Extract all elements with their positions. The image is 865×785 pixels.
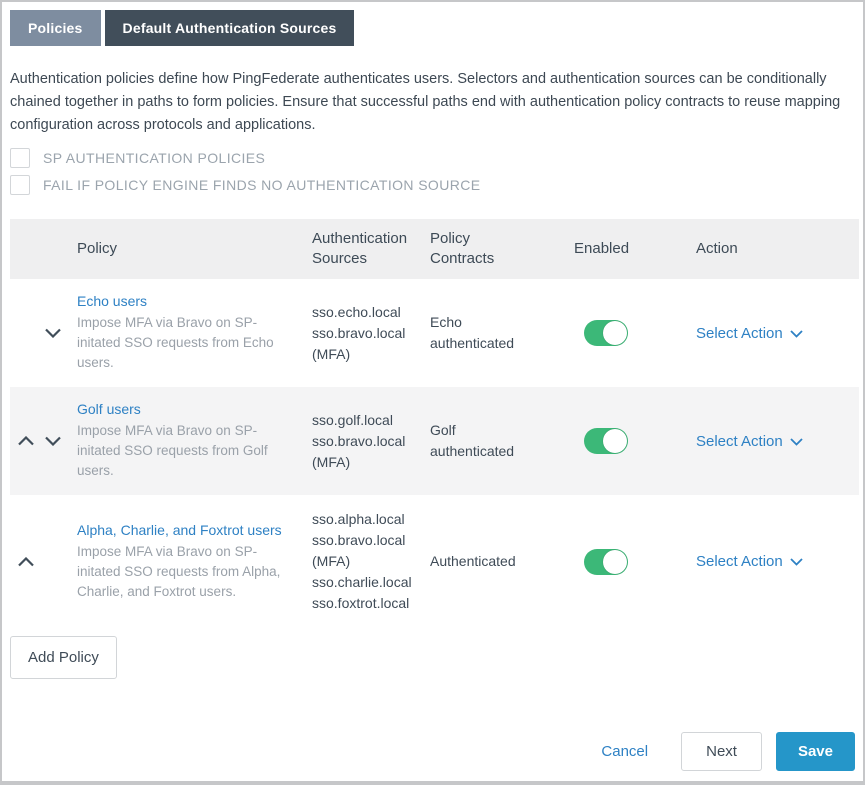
header-authentication-sources: Authentication Sources xyxy=(312,229,430,269)
next-button[interactable]: Next xyxy=(681,732,762,771)
move-up-button[interactable] xyxy=(18,436,34,446)
select-action-dropdown[interactable]: Select Action xyxy=(696,433,803,450)
select-action-dropdown[interactable]: Select Action xyxy=(696,553,803,570)
save-button[interactable]: Save xyxy=(776,732,855,771)
footer-actions: Cancel Next Save xyxy=(10,732,855,773)
tab-bar: Policies Default Authentication Sources xyxy=(10,10,855,46)
cancel-link[interactable]: Cancel xyxy=(601,743,648,760)
reorder-controls xyxy=(10,557,77,567)
header-policy: Policy xyxy=(77,239,312,259)
policy-description: Impose MFA via Bravo on SP-initated SSO … xyxy=(77,542,290,602)
fail-if-no-source-row: FAIL IF POLICY ENGINE FINDS NO AUTHENTIC… xyxy=(10,175,855,195)
header-policy-contracts: Policy Contracts xyxy=(430,229,574,269)
enabled-toggle[interactable] xyxy=(584,549,628,575)
sp-authentication-policies-row: SP AUTHENTICATION POLICIES xyxy=(10,148,855,168)
toggle-knob xyxy=(603,429,627,453)
table-header-row: Policy Authentication Sources Policy Con… xyxy=(10,219,859,279)
policy-options: SP AUTHENTICATION POLICIES FAIL IF POLIC… xyxy=(10,148,855,202)
policy-contract: Golf authenticated xyxy=(430,420,574,462)
authentication-sources: sso.echo.local sso.bravo.local (MFA) xyxy=(312,302,430,365)
policy-description: Impose MFA via Bravo on SP-initated SSO … xyxy=(77,421,290,481)
policy-contract: Authenticated xyxy=(430,551,574,572)
page-description: Authentication policies define how PingF… xyxy=(10,68,855,137)
policy-name-link[interactable]: Golf users xyxy=(77,401,141,417)
select-action-dropdown[interactable]: Select Action xyxy=(696,325,803,342)
policy-contract: Echo authenticated xyxy=(430,312,574,354)
move-down-button[interactable] xyxy=(45,328,61,338)
policy-cell: Alpha, Charlie, and Foxtrot users Impose… xyxy=(77,522,312,602)
table-row: Alpha, Charlie, and Foxtrot users Impose… xyxy=(10,495,859,628)
tab-policies[interactable]: Policies xyxy=(10,10,101,46)
fail-if-no-source-checkbox[interactable] xyxy=(10,175,30,195)
enabled-cell xyxy=(574,320,696,346)
sp-authentication-policies-checkbox[interactable] xyxy=(10,148,30,168)
sp-authentication-policies-label: SP AUTHENTICATION POLICIES xyxy=(43,150,265,166)
policy-cell: Echo users Impose MFA via Bravo on SP-in… xyxy=(77,293,312,373)
table-row: Golf users Impose MFA via Bravo on SP-in… xyxy=(10,387,859,495)
enabled-cell xyxy=(574,549,696,575)
table-row: Echo users Impose MFA via Bravo on SP-in… xyxy=(10,279,859,387)
move-up-button[interactable] xyxy=(18,557,34,567)
enabled-cell xyxy=(574,428,696,454)
policy-name-link[interactable]: Alpha, Charlie, and Foxtrot users xyxy=(77,522,282,538)
chevron-down-icon xyxy=(790,553,803,570)
tab-default-authentication-sources[interactable]: Default Authentication Sources xyxy=(105,10,355,46)
select-action-label: Select Action xyxy=(696,433,783,450)
header-enabled: Enabled xyxy=(574,239,696,259)
enabled-toggle[interactable] xyxy=(584,320,628,346)
chevron-down-icon xyxy=(790,433,803,450)
header-action: Action xyxy=(696,239,859,259)
action-cell: Select Action xyxy=(696,553,859,570)
enabled-toggle[interactable] xyxy=(584,428,628,454)
fail-if-no-source-label: FAIL IF POLICY ENGINE FINDS NO AUTHENTIC… xyxy=(43,177,481,193)
select-action-label: Select Action xyxy=(696,325,783,342)
authentication-sources: sso.alpha.local sso.bravo.local (MFA) ss… xyxy=(312,509,430,614)
reorder-controls xyxy=(10,436,77,446)
select-action-label: Select Action xyxy=(696,553,783,570)
action-cell: Select Action xyxy=(696,325,859,342)
policy-name-link[interactable]: Echo users xyxy=(77,293,147,309)
action-cell: Select Action xyxy=(696,433,859,450)
move-down-button[interactable] xyxy=(45,436,61,446)
reorder-controls xyxy=(10,328,77,338)
policy-cell: Golf users Impose MFA via Bravo on SP-in… xyxy=(77,401,312,481)
chevron-down-icon xyxy=(790,325,803,342)
authentication-sources: sso.golf.local sso.bravo.local (MFA) xyxy=(312,410,430,473)
policy-description: Impose MFA via Bravo on SP-initated SSO … xyxy=(77,313,290,373)
toggle-knob xyxy=(603,550,627,574)
policies-table: Policy Authentication Sources Policy Con… xyxy=(10,219,859,628)
toggle-knob xyxy=(603,321,627,345)
add-policy-button[interactable]: Add Policy xyxy=(10,636,117,679)
